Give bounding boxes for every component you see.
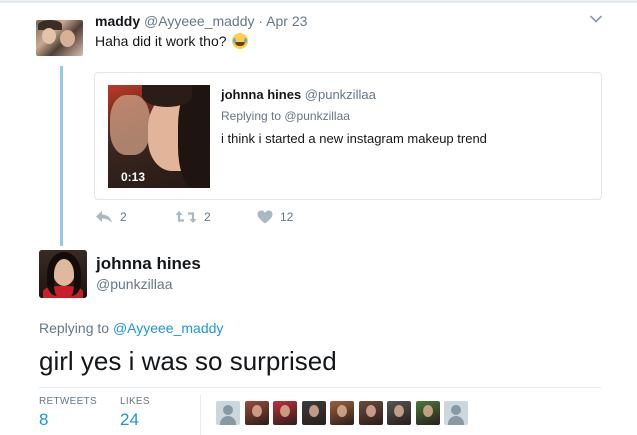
main-tweet-text: girl yes i was so surprised [39,346,337,376]
quoted-tweet-card[interactable]: 0:13 johnna hines @punkzillaa Replying t… [94,72,602,200]
main-replying-to: Replying to @Ayyeee_maddy [39,320,223,336]
reply-icon [96,211,112,223]
johnna-avatar[interactable] [39,250,87,298]
retweets-value[interactable]: 8 [39,410,48,430]
author-name[interactable]: maddy [95,13,140,29]
stats-vertical-divider [200,395,201,435]
likes-value[interactable]: 24 [120,410,139,430]
retweet-count: 2 [204,210,211,224]
liker-avatar[interactable] [273,401,297,425]
reply-count: 2 [120,210,127,224]
chevron-down-icon[interactable] [589,12,603,26]
parent-tweet-body: Haha did it work tho? [95,33,227,49]
parent-tweet-header: maddy @Ayyeee_maddy · Apr 23 [95,13,307,29]
tweet-date[interactable]: Apr 23 [266,13,307,29]
maddy-avatar[interactable] [36,20,83,56]
liker-avatar[interactable] [358,401,383,425]
liker-avatar[interactable] [415,401,440,425]
quoted-replying-to: Replying to @punkzillaa [221,109,350,123]
quoted-author-handle[interactable]: @punkzillaa [305,87,376,102]
liker-avatar[interactable] [301,401,326,425]
quoted-video-thumbnail[interactable]: 0:13 [108,85,210,188]
quoted-tweet-text: i think i started a new instagram makeup… [221,131,487,146]
quoted-author-name[interactable]: johnna hines [221,87,301,102]
replying-to-link[interactable]: @Ayyeee_maddy [113,320,223,336]
reply-button[interactable]: 2 [95,210,127,224]
liker-avatar[interactable] [387,401,411,425]
liker-avatar[interactable] [330,401,354,425]
liker-avatar[interactable] [444,401,468,425]
liker-avatar[interactable] [244,401,269,425]
video-duration: 0:13 [121,170,146,184]
stats-divider [39,387,601,388]
top-divider [0,0,637,3]
author-handle[interactable]: @Ayyeee_maddy [144,13,254,29]
parent-tweet-actions: 2 2 12 [0,210,637,230]
parent-tweet-text: Haha did it work tho? [95,33,249,49]
liker-avatars [216,401,476,425]
like-button[interactable]: 12 [257,210,293,224]
like-count: 12 [280,210,294,224]
liker-avatar[interactable] [216,401,240,425]
main-author-name[interactable]: johnna hines [96,254,201,274]
heart-icon [257,210,273,224]
replying-to-prefix: Replying to [39,320,110,336]
likes-label: LIKES [120,396,150,407]
retweets-label: RETWEETS [39,396,97,407]
retweet-button[interactable]: 2 [175,210,211,224]
separator-dot: · [258,13,264,29]
quoted-author-line: johnna hines @punkzillaa [221,87,376,102]
main-author-handle[interactable]: @punkzillaa [96,276,172,292]
retweet-icon [175,211,197,223]
tears-of-joy-emoji-icon [232,33,249,49]
